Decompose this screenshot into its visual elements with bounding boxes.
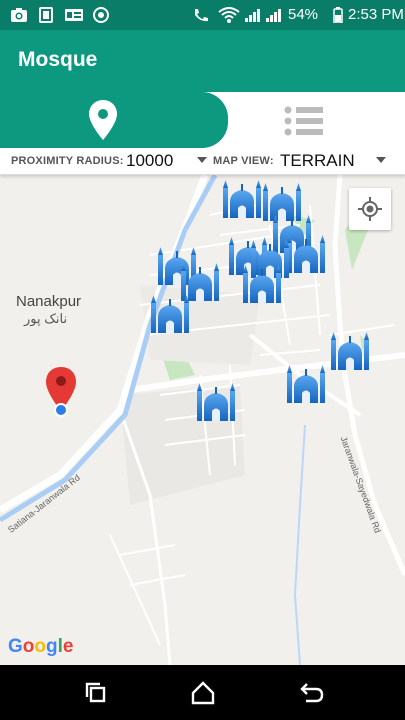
tab-map[interactable] <box>0 92 228 148</box>
mosque-marker-icon[interactable] <box>222 180 262 218</box>
status-bar: 54% 2:53 PM <box>0 0 405 30</box>
radius-label: PROXIMITY RADIUS: <box>11 155 124 167</box>
filter-bar: PROXIMITY RADIUS: 10000 MAP VIEW: TERRAI… <box>0 148 405 175</box>
radius-dropdown-arrow-icon[interactable] <box>197 157 207 163</box>
place-name-nanakpur: Nanakpur <box>16 293 82 310</box>
mosque-marker-icon[interactable] <box>242 265 282 303</box>
google-logo: Google <box>8 636 74 657</box>
mosque-marker-icon[interactable] <box>196 383 236 421</box>
clock: 2:53 PM <box>348 6 404 23</box>
battery-icon <box>333 7 343 23</box>
app-title: Mosque <box>18 48 98 71</box>
signal-icon <box>245 9 260 22</box>
home-icon[interactable] <box>189 679 217 707</box>
tab-list[interactable] <box>228 92 405 148</box>
battery-percent: 54% <box>288 6 319 23</box>
mosque-marker-icon[interactable] <box>286 235 326 273</box>
camera-icon <box>11 8 27 22</box>
map-pin-icon <box>89 100 117 140</box>
mosque-marker-icon[interactable] <box>286 365 326 403</box>
app-screen: 54% 2:53 PM Mosque PROXIMITY RADIUS: 100… <box>0 0 405 720</box>
navigation-bar <box>0 665 405 720</box>
sim-card-icon <box>39 7 53 23</box>
signal-icon <box>266 9 281 22</box>
map-view-label: MAP VIEW: <box>213 155 274 167</box>
chrome-icon <box>93 7 109 23</box>
crosshair-icon <box>358 197 382 221</box>
place-name-urdu: نانک پور <box>24 311 68 326</box>
phone-call-icon <box>195 9 208 22</box>
map-view[interactable]: Nanakpur نانک پور Satiana-Jaranwala Rd J… <box>0 175 405 665</box>
recent-apps-icon[interactable] <box>82 679 110 707</box>
mosque-marker-icon[interactable] <box>330 332 370 370</box>
tab-bar <box>0 92 405 148</box>
back-icon[interactable] <box>298 679 326 707</box>
mosque-marker-icon[interactable] <box>150 295 190 333</box>
app-bar: Mosque <box>0 30 405 92</box>
list-icon <box>284 106 323 136</box>
radius-select[interactable]: 10000 <box>126 151 173 171</box>
map-view-select[interactable]: TERRAIN <box>280 151 355 171</box>
my-location-dot <box>54 403 68 417</box>
my-location-button[interactable] <box>349 188 391 230</box>
map-view-dropdown-arrow-icon[interactable] <box>376 157 386 163</box>
wifi-icon <box>218 7 240 23</box>
id-card-icon <box>65 9 83 21</box>
